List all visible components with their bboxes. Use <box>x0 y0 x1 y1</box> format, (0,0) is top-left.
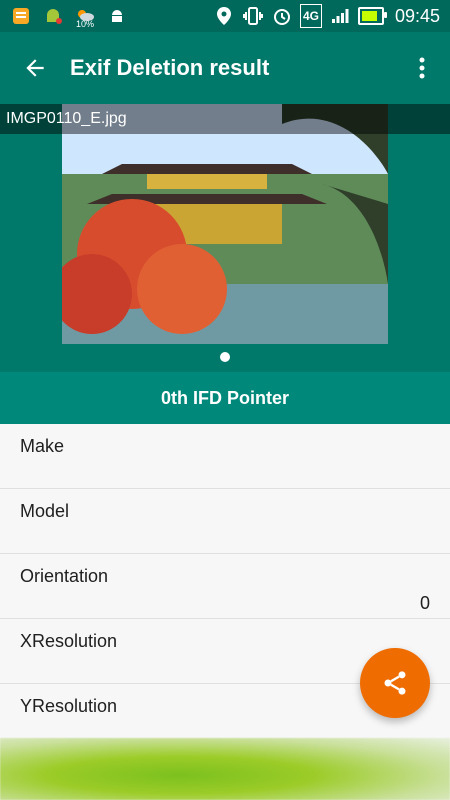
row-label: XResolution <box>20 631 118 651</box>
android-debug-icon <box>42 5 64 27</box>
weather-percent: 10% <box>76 19 95 29</box>
alarm-icon <box>271 5 293 27</box>
more-vert-icon <box>419 57 425 79</box>
row-value: 0 <box>419 593 430 613</box>
image-filename: IMGP0110_E.jpg <box>0 104 450 134</box>
notes-app-icon <box>10 5 32 27</box>
app-bar: Exif Deletion result <box>0 32 450 104</box>
exif-row-model[interactable]: Model <box>0 489 450 554</box>
page-indicator <box>0 352 450 362</box>
arrow-left-icon <box>26 59 44 77</box>
bottom-banner[interactable] <box>0 738 450 800</box>
battery-icon <box>357 7 387 25</box>
share-icon <box>384 671 406 695</box>
network-type-icon: 4G <box>299 4 322 28</box>
section-header: 0th IFD Pointer <box>0 372 450 424</box>
row-label: Model <box>20 501 70 521</box>
location-icon <box>213 5 235 27</box>
android-icon <box>106 5 128 27</box>
row-label: Make <box>20 436 65 456</box>
weather-icon: 10% <box>74 5 96 29</box>
back-button[interactable] <box>0 32 70 104</box>
share-button[interactable] <box>360 648 430 718</box>
clock: 09:45 <box>394 5 440 26</box>
signal-icon <box>329 5 351 27</box>
status-bar: 10% 4G 09:45 <box>0 0 450 32</box>
page-dot-active <box>220 352 230 362</box>
image-pager[interactable]: IMGP0110_E.jpg <box>0 104 450 372</box>
exif-row-orientation[interactable]: Orientation 0 <box>0 554 450 619</box>
temple-photo <box>62 104 388 344</box>
more-options-button[interactable] <box>394 32 450 104</box>
page-title: Exif Deletion result <box>70 55 270 80</box>
row-label: YResolution <box>20 696 118 716</box>
vibrate-icon <box>242 5 264 27</box>
network-type-label: 4G <box>302 9 319 23</box>
row-label: Orientation <box>20 566 109 586</box>
exif-row-make[interactable]: Make <box>0 424 450 489</box>
photo-preview[interactable] <box>62 104 388 344</box>
